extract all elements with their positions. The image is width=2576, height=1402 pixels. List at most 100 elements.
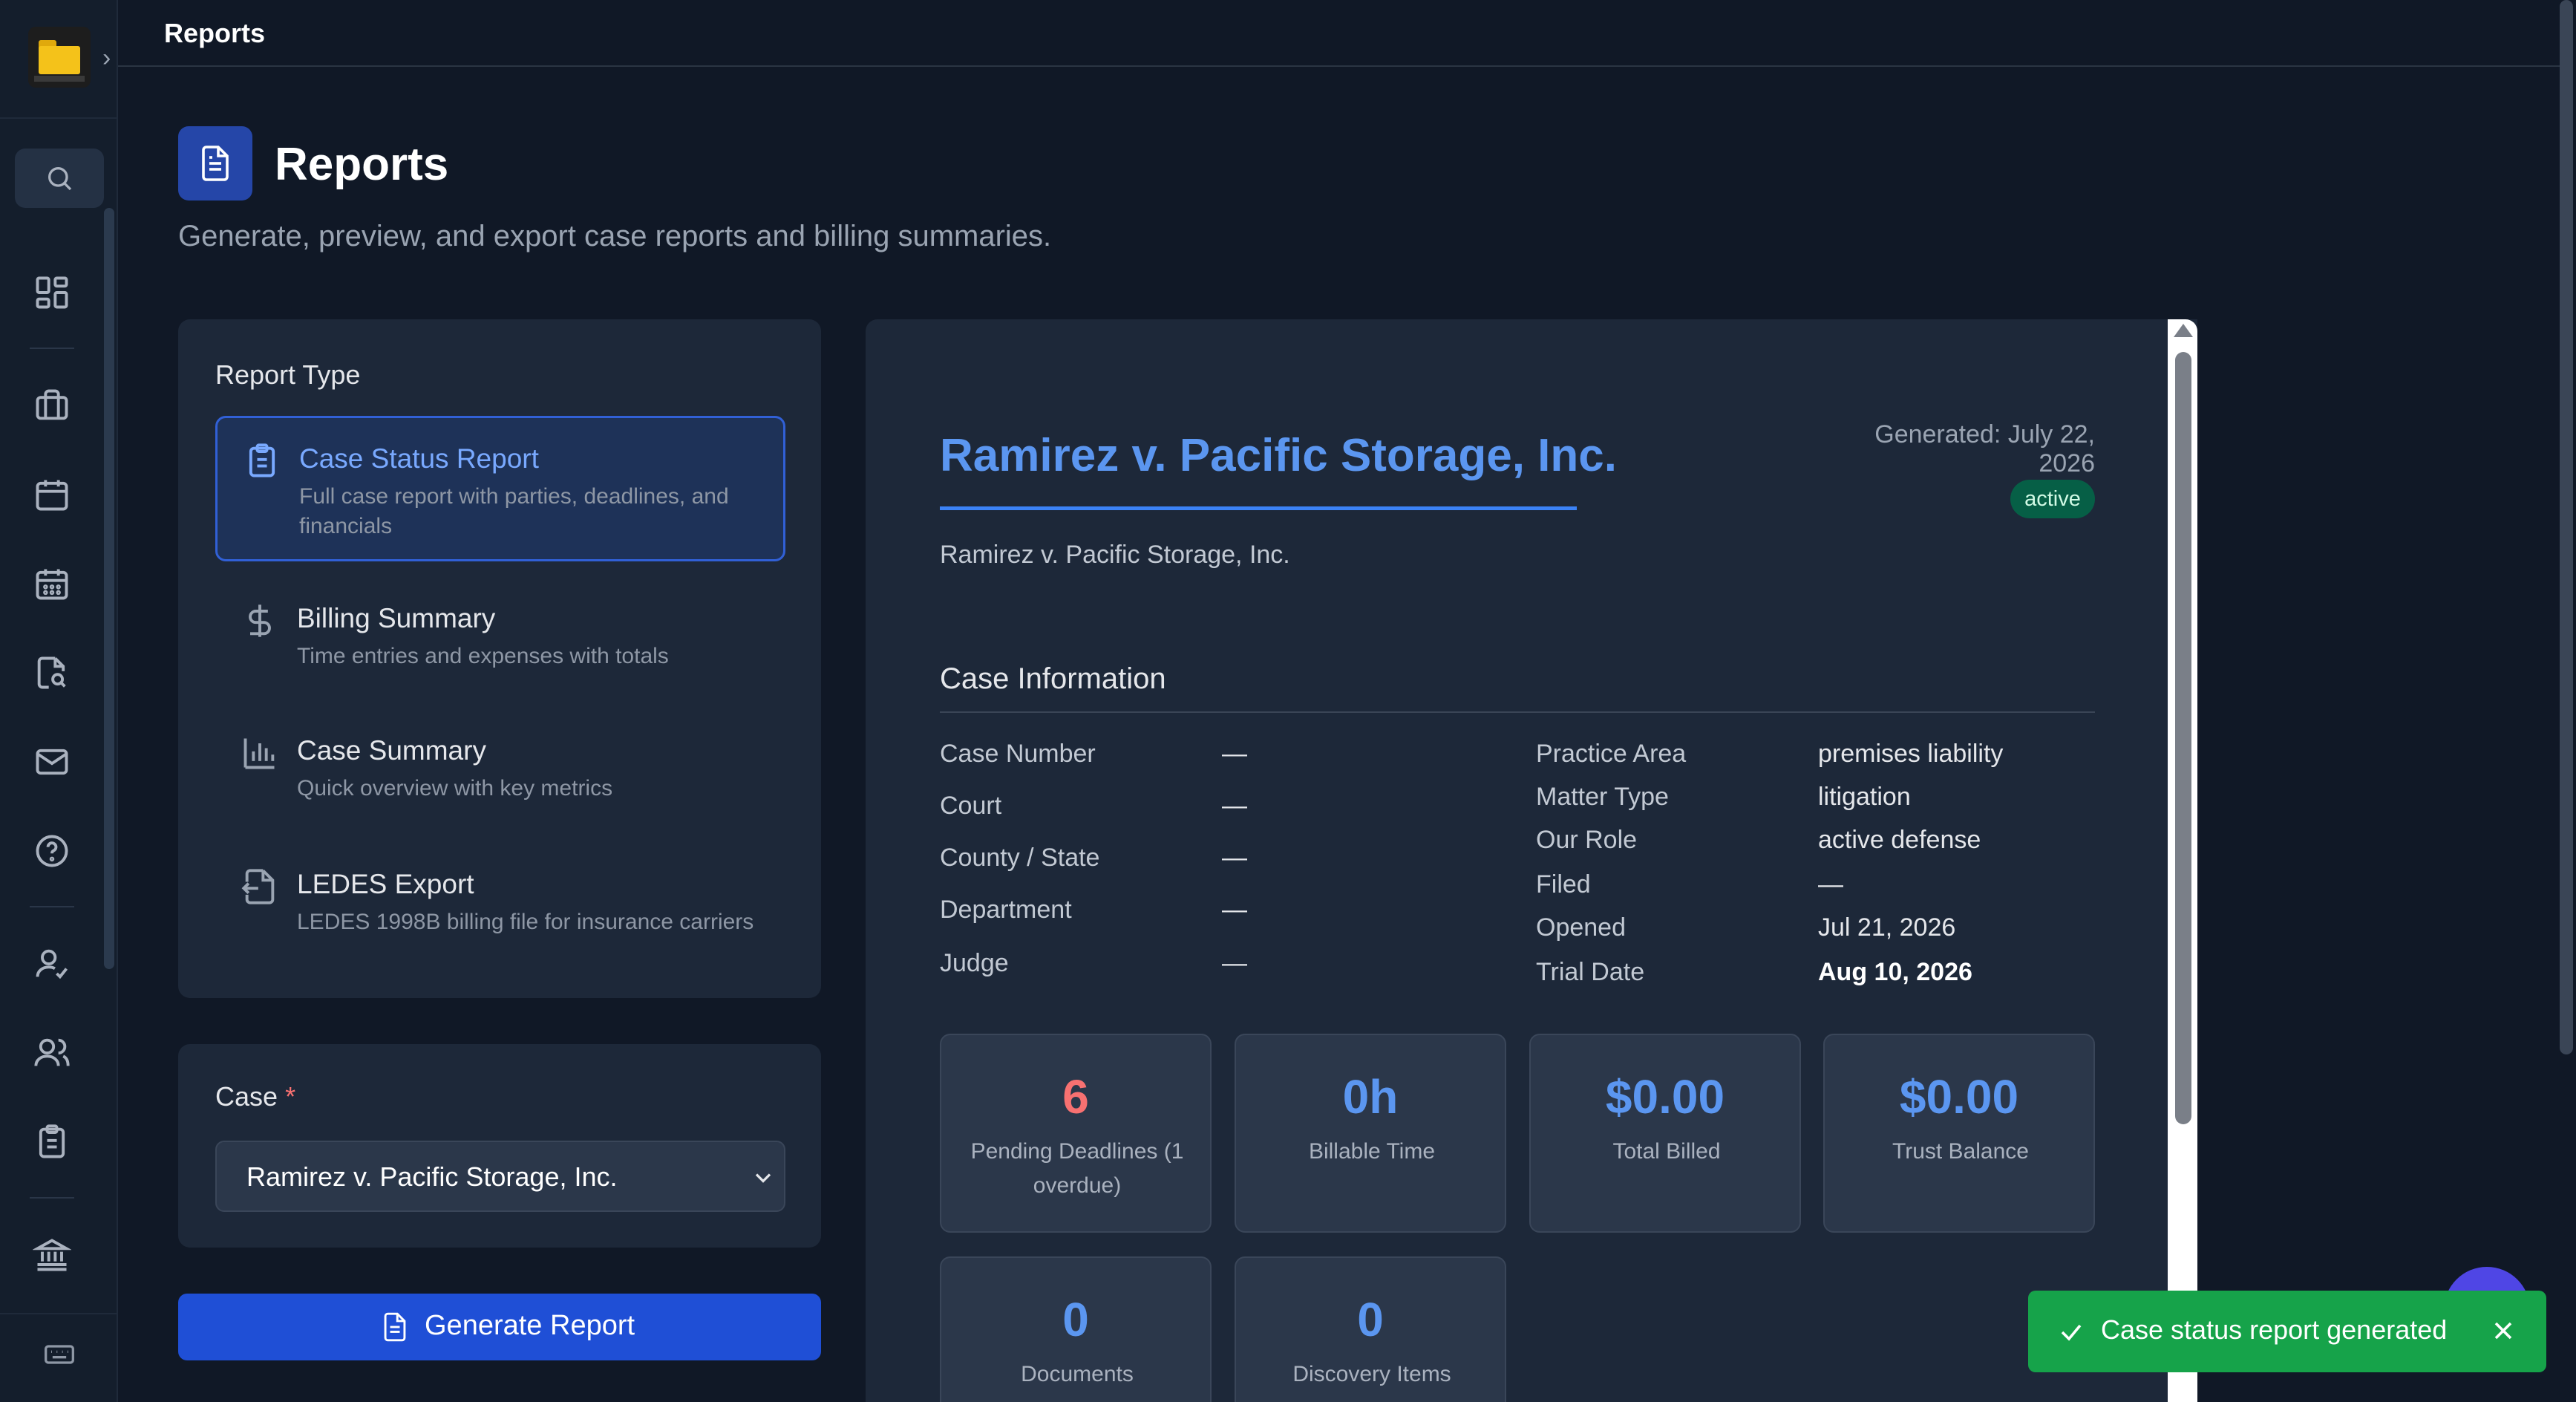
case-label-text: Case (215, 1081, 278, 1112)
sidebar-divider (0, 1313, 118, 1314)
title-underline (940, 506, 1577, 510)
search-icon (48, 167, 72, 191)
dollar-icon (241, 601, 279, 640)
stat-label: Total Billed (1612, 1139, 1721, 1164)
report-option-case-summary[interactable]: Case Summary Quick overview with key met… (215, 710, 785, 855)
toast-notification: Case status report generated (2028, 1291, 2546, 1372)
case-panel: Case * Ramirez v. Pacific Storage, Inc. (178, 1044, 821, 1248)
info-value: — (1222, 896, 1247, 924)
trial-date-value: Aug 10, 2026 (1818, 958, 1972, 986)
bank-icon[interactable] (31, 1236, 73, 1274)
case-select[interactable]: Ramirez v. Pacific Storage, Inc. (215, 1141, 785, 1212)
report-option-title: Case Summary (297, 735, 486, 766)
report-option-billing-summary[interactable]: Billing Summary Time entries and expense… (215, 578, 785, 723)
generate-report-button[interactable]: Generate Report (178, 1294, 821, 1360)
info-value: litigation (1818, 783, 1911, 811)
bar-chart-icon (241, 734, 279, 772)
sidebar-scrollbar[interactable] (104, 208, 114, 969)
clipboard-icon[interactable] (33, 1123, 71, 1161)
info-label: Case Number (940, 740, 1096, 768)
stat-label: Documents (1021, 1362, 1134, 1386)
info-label: Filed (1536, 870, 1591, 899)
sidebar-separator (30, 348, 74, 349)
report-option-case-status[interactable]: Case Status Report Full case report with… (215, 416, 785, 561)
app-logo[interactable] (28, 27, 91, 88)
report-option-desc: Time entries and expenses with totals (297, 644, 669, 668)
stat-value: $0.00 (1899, 1070, 2019, 1124)
report-option-ledes-export[interactable]: LEDES Export LEDES 1998B billing file fo… (215, 844, 785, 989)
generate-report-label: Generate Report (425, 1310, 635, 1341)
logo-bar (34, 76, 85, 82)
info-value: premises liability (1818, 740, 2004, 768)
report-option-title: Case Status Report (299, 443, 539, 474)
info-label: Court (940, 792, 1002, 820)
stat-card-documents: 0 Documents (940, 1256, 1212, 1402)
info-label: County / State (940, 844, 1100, 872)
stat-value: 6 (1062, 1070, 1089, 1124)
stat-label: Discovery Items (1292, 1362, 1451, 1386)
report-option-desc: Full case report with parties, deadlines… (299, 484, 729, 538)
file-search-icon[interactable] (33, 653, 71, 692)
folder-icon (39, 46, 80, 74)
users-icon[interactable] (33, 1034, 71, 1072)
stat-value: 0 (1062, 1293, 1089, 1346)
search-button[interactable] (15, 149, 104, 208)
report-case-title: Ramirez v. Pacific Storage, Inc. (940, 430, 1617, 481)
sidebar: › (0, 0, 118, 1402)
close-icon[interactable] (2488, 1316, 2518, 1346)
info-value: Jul 21, 2026 (1818, 913, 1956, 942)
stat-label: Pending Deadlines (1 overdue) (970, 1139, 1184, 1198)
sidebar-separator (30, 1197, 74, 1199)
info-label: Department (940, 896, 1072, 924)
breadcrumb: Reports (164, 18, 266, 48)
preview-scrollbar-thumb[interactable] (2175, 352, 2191, 1124)
case-label: Case * (215, 1081, 295, 1112)
info-value: — (1222, 844, 1247, 872)
user-check-icon[interactable] (33, 945, 71, 983)
info-label: Our Role (1536, 826, 1638, 854)
report-option-title: LEDES Export (297, 869, 474, 899)
info-value: — (1818, 870, 1843, 899)
calendar-grid-icon[interactable] (33, 564, 71, 603)
top-bar: Reports (118, 0, 2560, 67)
chevron-down-icon (755, 1173, 771, 1183)
stat-card-pending-deadlines: 6 Pending Deadlines (1 overdue) (940, 1034, 1212, 1233)
calendar-icon[interactable] (33, 475, 71, 514)
document-icon (384, 1312, 406, 1342)
info-value: active defense (1818, 826, 1981, 854)
report-option-title: Billing Summary (297, 603, 496, 633)
sidebar-expand-chevron-icon[interactable]: › (102, 45, 117, 71)
page-title: Reports (275, 139, 449, 190)
info-value: — (1222, 740, 1247, 768)
page-scrollbar[interactable] (2560, 0, 2573, 1054)
stat-card-total-billed: $0.00 Total Billed (1529, 1034, 1801, 1233)
sidebar-divider (0, 117, 118, 119)
stat-card-discovery-items: 0 Discovery Items (1235, 1256, 1506, 1402)
info-label: Trial Date (1536, 958, 1645, 986)
required-marker: * (285, 1081, 296, 1112)
stat-label: Trust Balance (1892, 1139, 2029, 1164)
section-title: Case Information (940, 662, 1166, 695)
status-badge: active (2010, 480, 2095, 518)
help-icon[interactable] (33, 832, 71, 870)
case-select-value: Ramirez v. Pacific Storage, Inc. (246, 1161, 618, 1192)
stat-value: 0 (1357, 1293, 1384, 1346)
stat-label: Billable Time (1308, 1139, 1436, 1164)
keyboard-icon[interactable] (43, 1338, 76, 1371)
briefcase-icon[interactable] (33, 386, 71, 425)
page-subtitle: Generate, preview, and export case repor… (178, 220, 1052, 252)
stat-card-billable-time: 0h Billable Time (1235, 1034, 1506, 1233)
dashboard-icon[interactable] (33, 273, 71, 312)
stat-value: $0.00 (1605, 1070, 1725, 1124)
report-type-label: Report Type (215, 359, 361, 390)
clipboard-icon (243, 442, 281, 480)
sidebar-separator (30, 906, 74, 907)
report-option-desc: Quick overview with key metrics (297, 776, 613, 801)
toast-message: Case status report generated (2101, 1314, 2448, 1345)
generated-date: Generated: July 22, 2026 (1874, 420, 2095, 477)
report-option-desc: LEDES 1998B billing file for insurance c… (297, 910, 754, 934)
stat-value: 0h (1342, 1070, 1399, 1124)
mail-icon[interactable] (33, 743, 71, 781)
check-icon (2061, 1324, 2082, 1341)
scroll-up-arrow-icon[interactable] (2174, 324, 2193, 337)
